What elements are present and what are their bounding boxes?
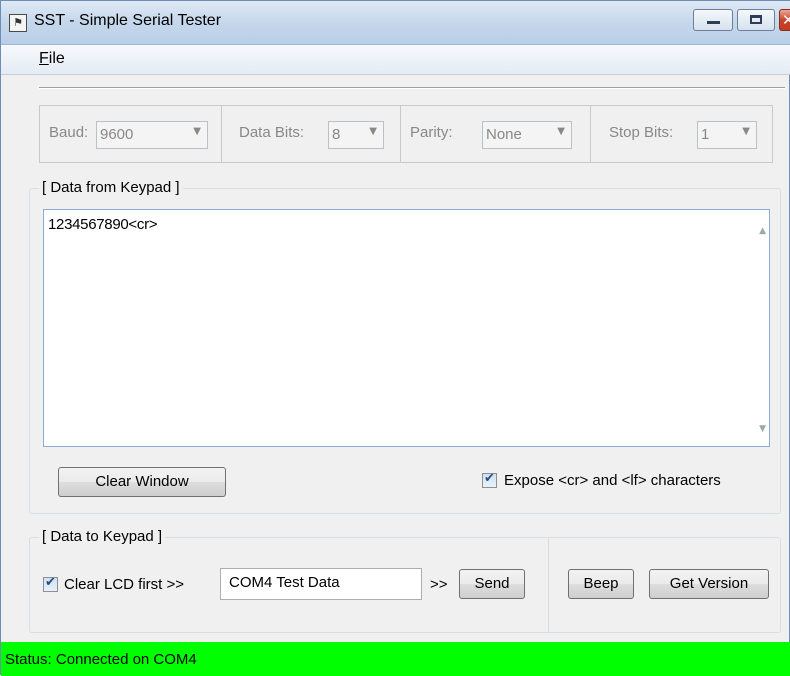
checkmark-icon: ✔	[45, 575, 56, 590]
clear-lcd-label[interactable]: Clear LCD first >>	[64, 576, 184, 593]
serial-settings-panel: Baud: 9600 ▼ Data Bits: 8 ▼ Parity: None…	[39, 105, 773, 163]
title-bar[interactable]: ⚑ SST - Simple Serial Tester ✕	[1, 1, 790, 45]
parity-select[interactable]: None ▼	[482, 121, 572, 149]
minimize-icon	[707, 21, 720, 24]
close-icon: ✕	[782, 11, 790, 29]
scroll-down-icon[interactable]: ▼	[759, 424, 766, 434]
data-from-keypad-title: [ Data from Keypad ]	[39, 179, 183, 196]
maximize-icon	[750, 15, 762, 24]
chevron-down-icon: ▼	[369, 126, 377, 137]
scroll-up-icon[interactable]: ▲	[759, 226, 766, 236]
menu-file[interactable]: File	[39, 50, 65, 68]
group-divider	[548, 538, 549, 632]
menu-bar: File	[1, 45, 790, 75]
close-button[interactable]: ✕	[779, 9, 790, 31]
baud-setting: Baud: 9600 ▼	[40, 106, 222, 162]
parity-setting: Parity: None ▼	[401, 106, 591, 162]
maximize-button[interactable]	[737, 9, 775, 31]
data-bits-setting: Data Bits: 8 ▼	[222, 106, 401, 162]
baud-label: Baud:	[49, 124, 89, 141]
beep-button[interactable]: Beep	[568, 569, 634, 599]
app-window: ⚑ SST - Simple Serial Tester ✕ File Baud…	[0, 0, 790, 676]
expose-chars-checkbox[interactable]: ✔	[482, 471, 497, 488]
send-button[interactable]: Send	[459, 569, 525, 599]
menu-file-mnemonic: F	[39, 50, 49, 67]
parity-value: None	[486, 126, 522, 143]
clear-lcd-checkbox[interactable]: ✔	[43, 575, 58, 592]
baud-value: 9600	[100, 126, 134, 143]
stop-bits-label: Stop Bits:	[609, 124, 674, 141]
get-version-button[interactable]: Get Version	[649, 569, 769, 599]
parity-label: Parity:	[410, 124, 453, 141]
data-bits-select[interactable]: 8 ▼	[328, 121, 384, 149]
chevron-down-icon: ▼	[557, 126, 565, 137]
send-data-input[interactable]: COM4 Test Data	[220, 568, 422, 600]
send-arrows: >>	[430, 576, 448, 593]
data-bits-label: Data Bits:	[239, 124, 305, 141]
expose-chars-label[interactable]: Expose <cr> and <lf> characters	[504, 472, 721, 489]
window-title: SST - Simple Serial Tester	[34, 12, 222, 29]
received-data-text: 1234567890<cr>	[48, 216, 158, 233]
minimize-button[interactable]	[693, 9, 733, 31]
separator	[39, 87, 785, 89]
data-to-keypad-title: [ Data to Keypad ]	[39, 528, 166, 545]
stop-bits-select[interactable]: 1 ▼	[697, 121, 757, 149]
checkmark-icon: ✔	[484, 471, 495, 486]
send-data-value: COM4 Test Data	[229, 574, 340, 591]
status-text: Status: Connected on COM4	[5, 651, 197, 668]
stop-bits-value: 1	[701, 126, 710, 143]
chevron-down-icon: ▼	[193, 126, 201, 137]
data-bits-value: 8	[332, 126, 341, 143]
stop-bits-setting: Stop Bits: 1 ▼	[591, 106, 772, 162]
menu-file-label: ile	[48, 50, 65, 67]
baud-select[interactable]: 9600 ▼	[96, 121, 208, 149]
app-icon[interactable]: ⚑	[9, 14, 27, 32]
received-data-textarea[interactable]: 1234567890<cr> ▲ ▼	[43, 209, 770, 447]
chevron-down-icon: ▼	[742, 126, 750, 137]
status-bar: Status: Connected on COM4	[1, 642, 790, 676]
clear-window-button[interactable]: Clear Window	[58, 467, 226, 497]
